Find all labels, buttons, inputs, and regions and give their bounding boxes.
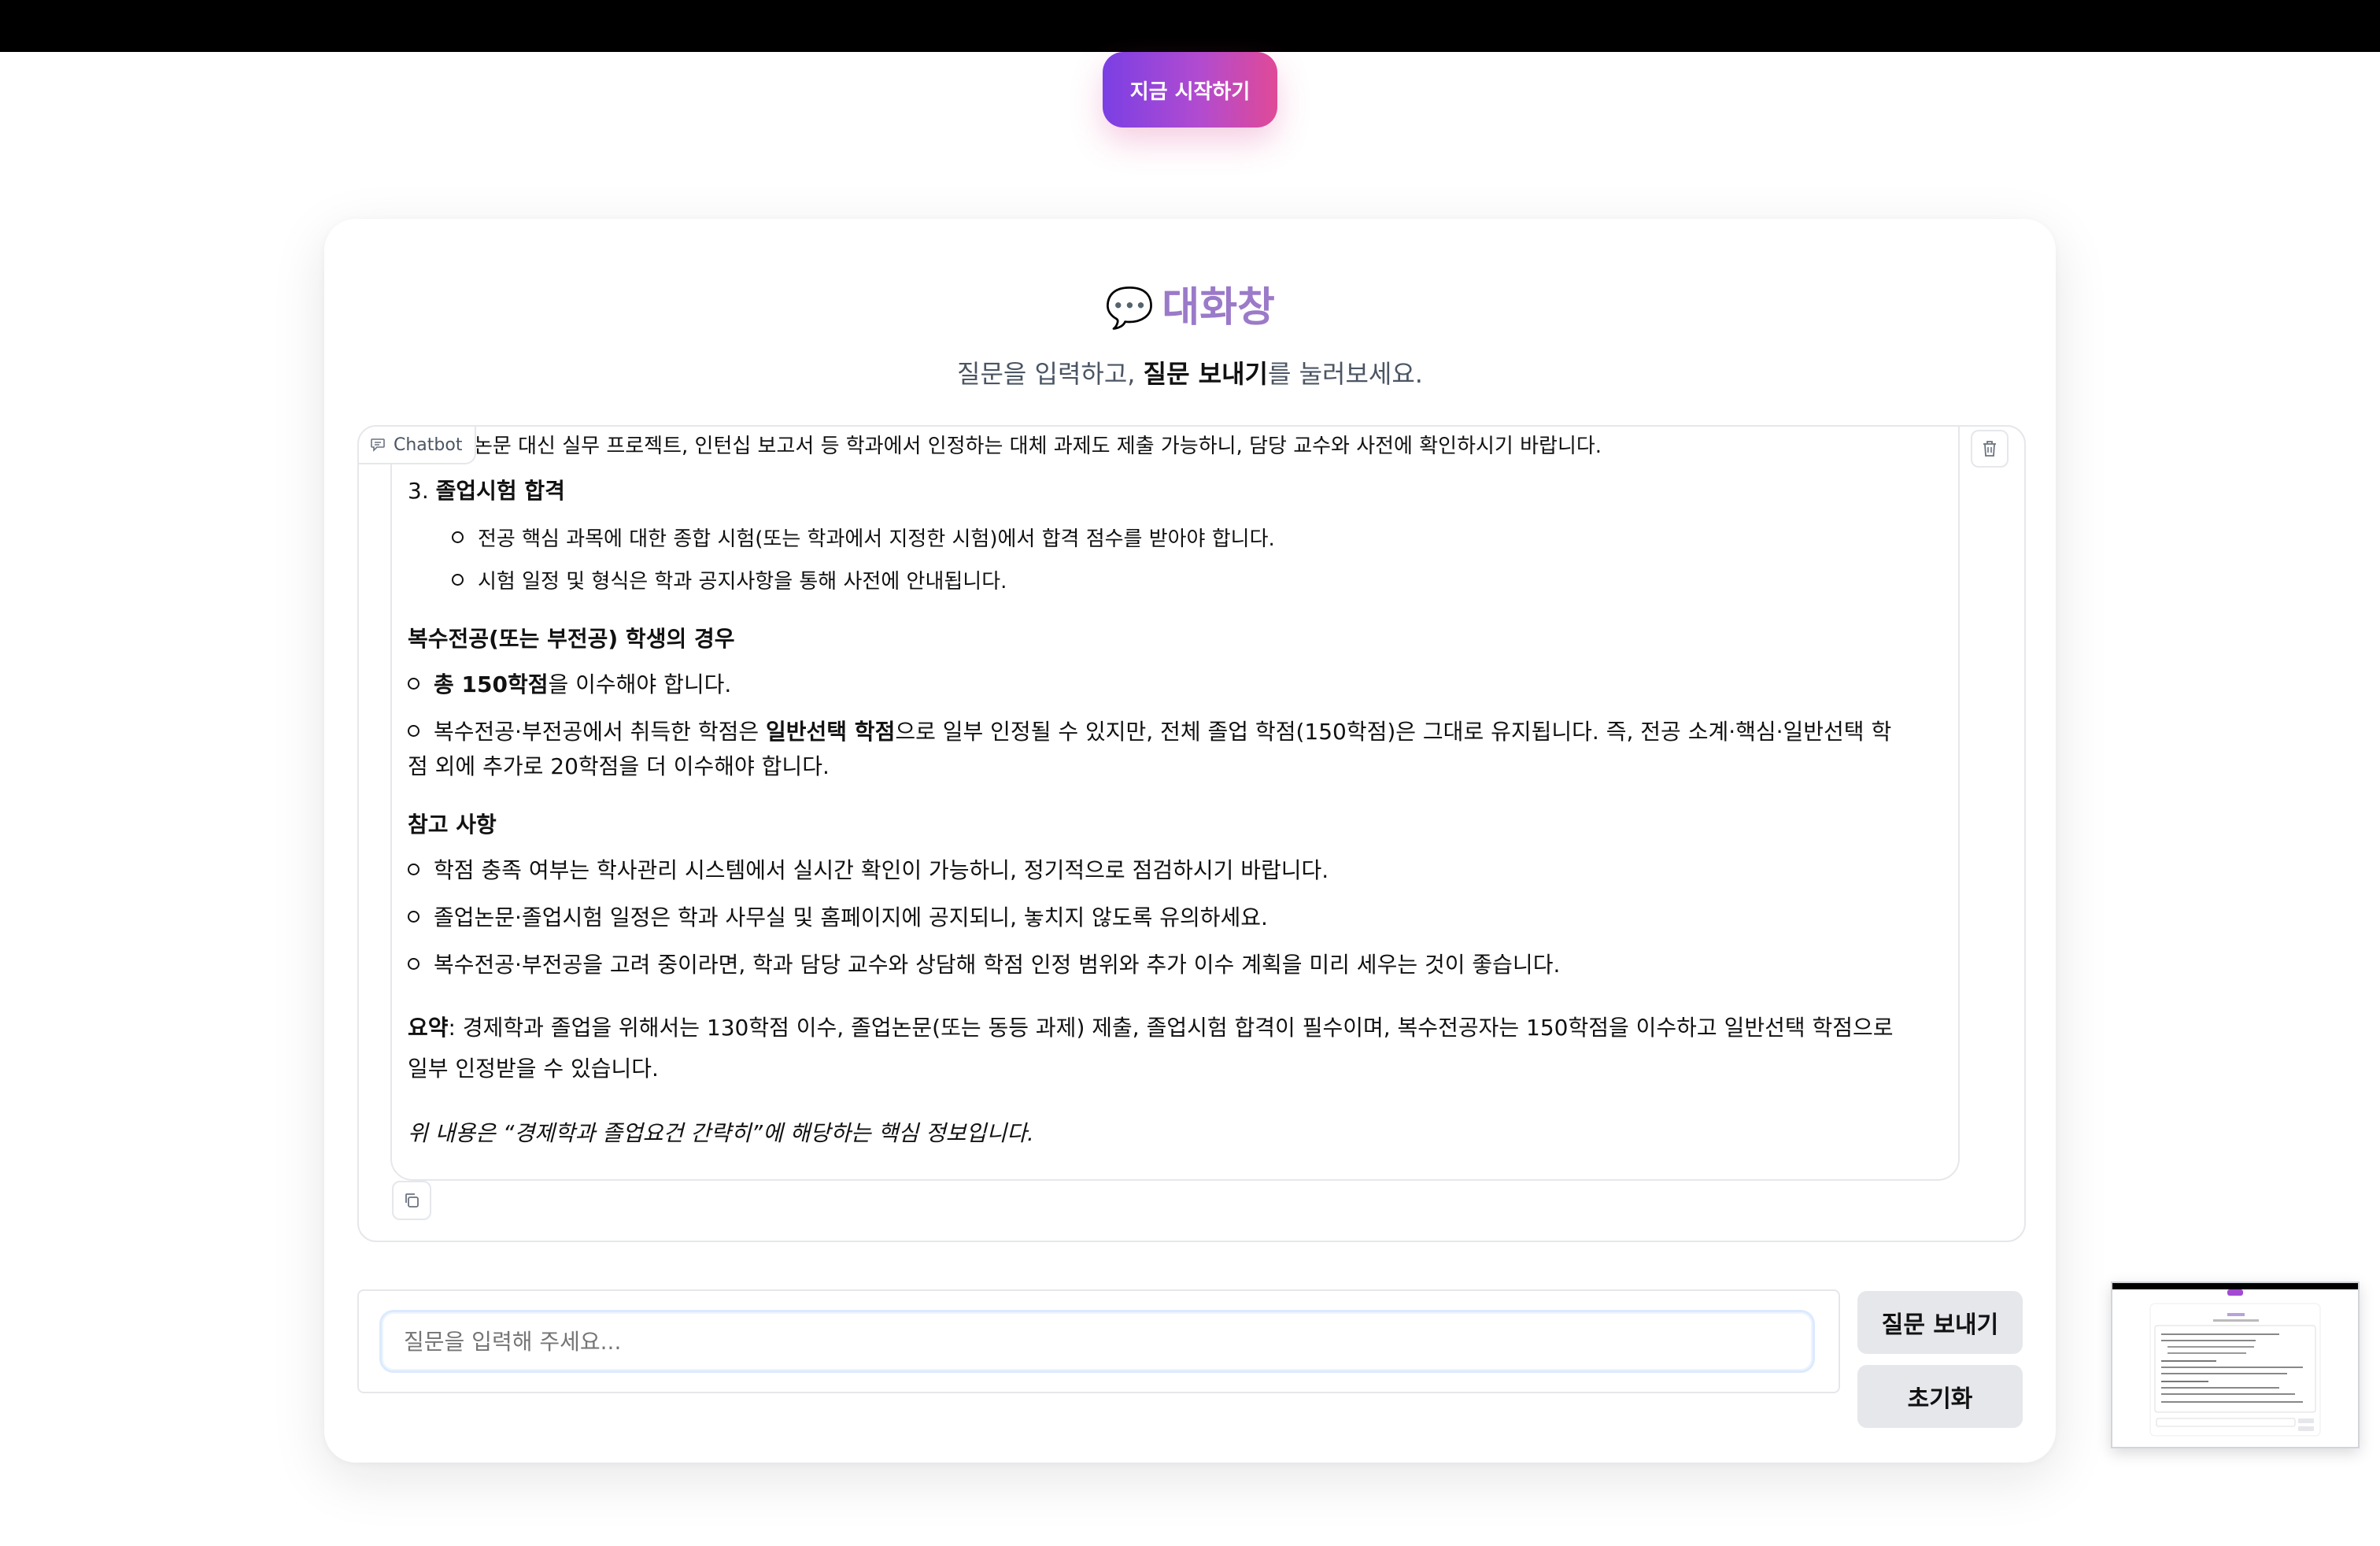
bullet-icon [408, 724, 419, 737]
subtitle-bold: 질문 보내기 [1143, 359, 1268, 389]
bold-text: 일반선택 학점 [766, 719, 896, 745]
item-text: 복수전공·부전공에서 취득한 학점은 [434, 719, 767, 745]
bullet-icon [408, 677, 419, 690]
sub-list-item: 전공 핵심 과목에 대한 종합 시험(또는 학과에서 지정한 시험)에서 합격 … [452, 523, 1275, 552]
item-number: 3. [408, 478, 436, 504]
thumbnail-preview [2112, 1283, 2358, 1437]
item-text: 을 이수해야 합니다. [548, 671, 732, 697]
bullet-icon [408, 957, 419, 970]
item-text: 졸업논문·졸업시험 일정은 학과 사무실 및 홈페이지에 공지되니, 놓치지 않… [434, 904, 1268, 930]
bullet-icon [408, 863, 419, 875]
subtitle-pre: 질문을 입력하고, [957, 359, 1144, 389]
sub-list-item: 시험 일정 및 형식은 학과 공지사항을 통해 사전에 안내됩니다. [452, 565, 1007, 594]
section-heading: 복수전공(또는 부전공) 학생의 경우 [408, 626, 735, 652]
page-title-text: 대화창 [1162, 284, 1275, 331]
sub-item-text: 시험 일정 및 형식은 학과 공지사항을 통해 사전에 안내됩니다. [478, 570, 1007, 594]
list-item: 학점 충족 여부는 학사관리 시스템에서 실시간 확인이 가능하니, 정기적으로… [408, 853, 1329, 885]
list-item: 복수전공·부전공에서 취득한 학점은 일반선택 학점으로 일부 인정될 수 있지… [408, 715, 1891, 746]
section-heading: 참고 사항 [408, 812, 497, 838]
bullet-icon [452, 574, 464, 586]
list-item: 총 150학점을 이수해야 합니다. [408, 668, 731, 699]
list-item: 3. 졸업시험 합격 [408, 474, 565, 505]
chatbot-label-text: Chatbot [394, 435, 463, 455]
chatbot-panel[interactable]: Chatbot 논문 대신 실무 프로젝트, 인턴십 보고서 등 학과에서 인정… [357, 425, 2026, 1242]
chat-icon [371, 438, 385, 452]
speech-bubble-icon: 💬 [1105, 285, 1155, 331]
start-now-button[interactable]: 지금 시작하기 [1103, 52, 1277, 128]
summary-label: 요약 [408, 1015, 449, 1041]
page-title: 💬 대화창 [324, 274, 2056, 333]
summary-line: 요약: 경제학과 졸업을 위해서는 130학점 이수, 졸업논문(또는 동등 과… [408, 1011, 1894, 1042]
page-subtitle: 질문을 입력하고, 질문 보내기를 눌러보세요. [324, 354, 2056, 390]
list-item-continuation: 점 외에 추가로 20학점을 더 이수해야 합니다. [408, 753, 830, 779]
send-question-button[interactable]: 질문 보내기 [1857, 1291, 2023, 1354]
message-line: 논문 대신 실무 프로젝트, 인턴십 보고서 등 학과에서 인정하는 대체 과제… [474, 435, 1602, 458]
chat-card: 💬 대화창 질문을 입력하고, 질문 보내기를 눌러보세요. Chatbot 논문… [324, 219, 2056, 1463]
bullet-icon [452, 531, 464, 543]
bullet-icon [408, 910, 419, 923]
closing-note: 위 내용은 “경제학과 졸업요건 간략히”에 해당하는 핵심 정보입니다. [408, 1120, 1034, 1146]
chatbot-label: Chatbot [359, 427, 477, 464]
summary-text: : 경제학과 졸업을 위해서는 130학점 이수, 졸업논문(또는 동등 과제)… [448, 1015, 1894, 1041]
question-input-wrapper [357, 1289, 1840, 1393]
item-text: 으로 일부 인정될 수 있지만, 전체 졸업 학점(150학점)은 그대로 유지… [895, 719, 1892, 745]
reset-button[interactable]: 초기화 [1857, 1365, 2023, 1428]
copy-icon[interactable] [392, 1181, 431, 1220]
bold-text: 총 150학점 [434, 671, 549, 697]
trash-icon[interactable] [1971, 430, 2009, 468]
summary-continuation: 일부 인정받을 수 있습니다. [408, 1056, 659, 1082]
item-text: 학점 충족 여부는 학사관리 시스템에서 실시간 확인이 가능하니, 정기적으로… [434, 857, 1329, 883]
screenshot-thumbnail[interactable] [2111, 1282, 2360, 1448]
list-item: 졸업논문·졸업시험 일정은 학과 사무실 및 홈페이지에 공지되니, 놓치지 않… [408, 901, 1268, 932]
sub-item-text: 전공 핵심 과목에 대한 종합 시험(또는 학과에서 지정한 시험)에서 합격 … [478, 527, 1275, 551]
top-bar [0, 0, 2380, 52]
subtitle-post: 를 눌러보세요. [1267, 359, 1423, 389]
list-item: 복수전공·부전공을 고려 중이라면, 학과 담당 교수와 상담해 학점 인정 범… [408, 948, 1560, 979]
bot-message: 논문 대신 실무 프로젝트, 인턴십 보고서 등 학과에서 인정하는 대체 과제… [390, 427, 1960, 1181]
item-text: 복수전공·부전공을 고려 중이라면, 학과 담당 교수와 상담해 학점 인정 범… [434, 952, 1561, 978]
item-title: 졸업시험 합격 [435, 478, 565, 504]
question-input[interactable] [379, 1310, 1815, 1373]
